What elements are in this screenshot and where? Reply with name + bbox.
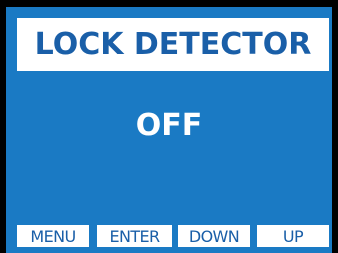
- up-button[interactable]: UP: [257, 225, 329, 247]
- device-frame: LOCK DETECTOR OFF MENU ENTER DOWN UP: [0, 0, 338, 253]
- title-box: LOCK DETECTOR: [17, 18, 329, 71]
- menu-button[interactable]: MENU: [17, 225, 89, 247]
- enter-button[interactable]: ENTER: [97, 225, 172, 247]
- down-button[interactable]: DOWN: [178, 225, 250, 247]
- lock-status: OFF: [135, 108, 203, 143]
- screen-title: LOCK DETECTOR: [34, 27, 312, 62]
